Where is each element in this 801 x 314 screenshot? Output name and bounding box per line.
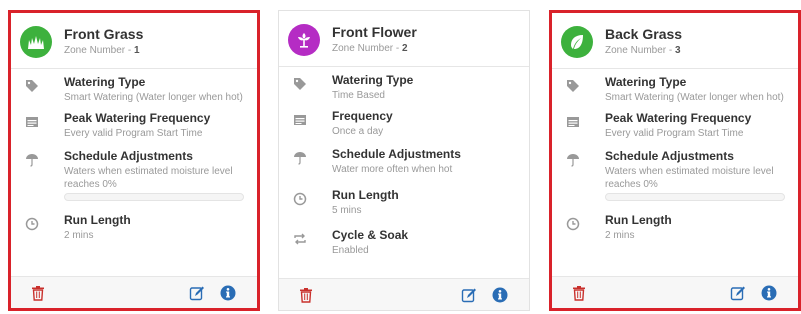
- zone-card[interactable]: Back Grass Zone Number - 3 Watering Type Sm…: [549, 10, 801, 311]
- detail-title: Watering Type: [64, 75, 146, 89]
- edit-icon[interactable]: [461, 287, 477, 303]
- zone-name: Front Flower: [332, 24, 417, 40]
- zone-number: 3: [675, 45, 681, 56]
- detail-value: Smart Watering (Water longer when hot): [64, 92, 243, 103]
- card-footer: [279, 278, 529, 310]
- detail-value: Waters when estimated moisture level rea…: [64, 166, 233, 190]
- detail-title: Run Length: [605, 213, 672, 227]
- calendar-icon: [566, 115, 580, 129]
- zone-card[interactable]: Front Grass Zone Number - 1 Watering Type S…: [8, 10, 260, 311]
- tag-icon: [293, 77, 307, 91]
- zone-number-label: Zone Number - 2: [332, 43, 408, 54]
- detail-value: 2 mins: [64, 230, 94, 241]
- detail-value: 2 mins: [605, 230, 635, 241]
- detail-title: Schedule Adjustments: [605, 149, 734, 163]
- info-icon[interactable]: [761, 285, 777, 301]
- edit-icon[interactable]: [189, 285, 205, 301]
- flower-icon: [288, 24, 320, 56]
- detail-title: Schedule Adjustments: [64, 149, 193, 163]
- detail-value: 5 mins: [332, 205, 362, 216]
- zone-number-prefix: Zone Number -: [64, 45, 135, 56]
- moisture-progress-bar: [64, 193, 244, 201]
- umbrella-icon: [25, 153, 39, 167]
- leaf-icon: [561, 26, 593, 58]
- detail-title: Peak Watering Frequency: [605, 111, 752, 125]
- detail-value: Smart Watering (Water longer when hot): [605, 92, 784, 103]
- tag-icon: [25, 79, 39, 93]
- detail-title: Run Length: [332, 188, 399, 202]
- detail-value: Once a day: [332, 126, 384, 137]
- detail-title: Watering Type: [332, 73, 414, 87]
- card-header: Front Grass Zone Number - 1: [11, 13, 257, 69]
- umbrella-icon: [293, 151, 307, 165]
- zone-number-label: Zone Number - 3: [605, 45, 681, 56]
- detail-value: Every valid Program Start Time: [64, 128, 203, 139]
- trash-icon[interactable]: [571, 285, 587, 301]
- detail-value: Waters when estimated moisture level rea…: [605, 166, 774, 190]
- info-icon[interactable]: [220, 285, 236, 301]
- zone-card[interactable]: Front Flower Zone Number - 2 Watering Type…: [278, 10, 530, 311]
- zone-number-label: Zone Number - 1: [64, 45, 140, 56]
- detail-title: Frequency: [332, 109, 393, 123]
- card-header: Front Flower Zone Number - 2: [279, 11, 529, 67]
- grass-icon: [20, 26, 52, 58]
- umbrella-icon: [566, 153, 580, 167]
- detail-title: Schedule Adjustments: [332, 147, 461, 161]
- clock-icon: [25, 217, 39, 231]
- calendar-icon: [293, 113, 307, 127]
- card-footer: [552, 276, 798, 308]
- clock-icon: [293, 192, 307, 206]
- detail-value: Every valid Program Start Time: [605, 128, 744, 139]
- moisture-progress-bar: [605, 193, 785, 201]
- zone-name: Back Grass: [605, 26, 683, 42]
- detail-title: Peak Watering Frequency: [64, 111, 211, 125]
- cycle-icon: [293, 232, 307, 246]
- info-icon[interactable]: [492, 287, 508, 303]
- clock-icon: [566, 217, 580, 231]
- detail-value: Enabled: [332, 245, 369, 256]
- detail-value: Water more often when hot: [332, 164, 453, 175]
- tag-icon: [566, 79, 580, 93]
- trash-icon[interactable]: [30, 285, 46, 301]
- card-header: Back Grass Zone Number - 3: [552, 13, 798, 69]
- zone-number: 2: [402, 43, 408, 54]
- card-footer: [11, 276, 257, 308]
- zone-number-prefix: Zone Number -: [605, 45, 676, 56]
- detail-title: Cycle & Soak: [332, 228, 409, 242]
- detail-title: Run Length: [64, 213, 131, 227]
- calendar-icon: [25, 115, 39, 129]
- detail-value: Time Based: [332, 90, 385, 101]
- zone-number: 1: [134, 45, 140, 56]
- zone-number-prefix: Zone Number -: [332, 43, 403, 54]
- detail-title: Watering Type: [605, 75, 687, 89]
- trash-icon[interactable]: [298, 287, 314, 303]
- edit-icon[interactable]: [730, 285, 746, 301]
- zone-name: Front Grass: [64, 26, 144, 42]
